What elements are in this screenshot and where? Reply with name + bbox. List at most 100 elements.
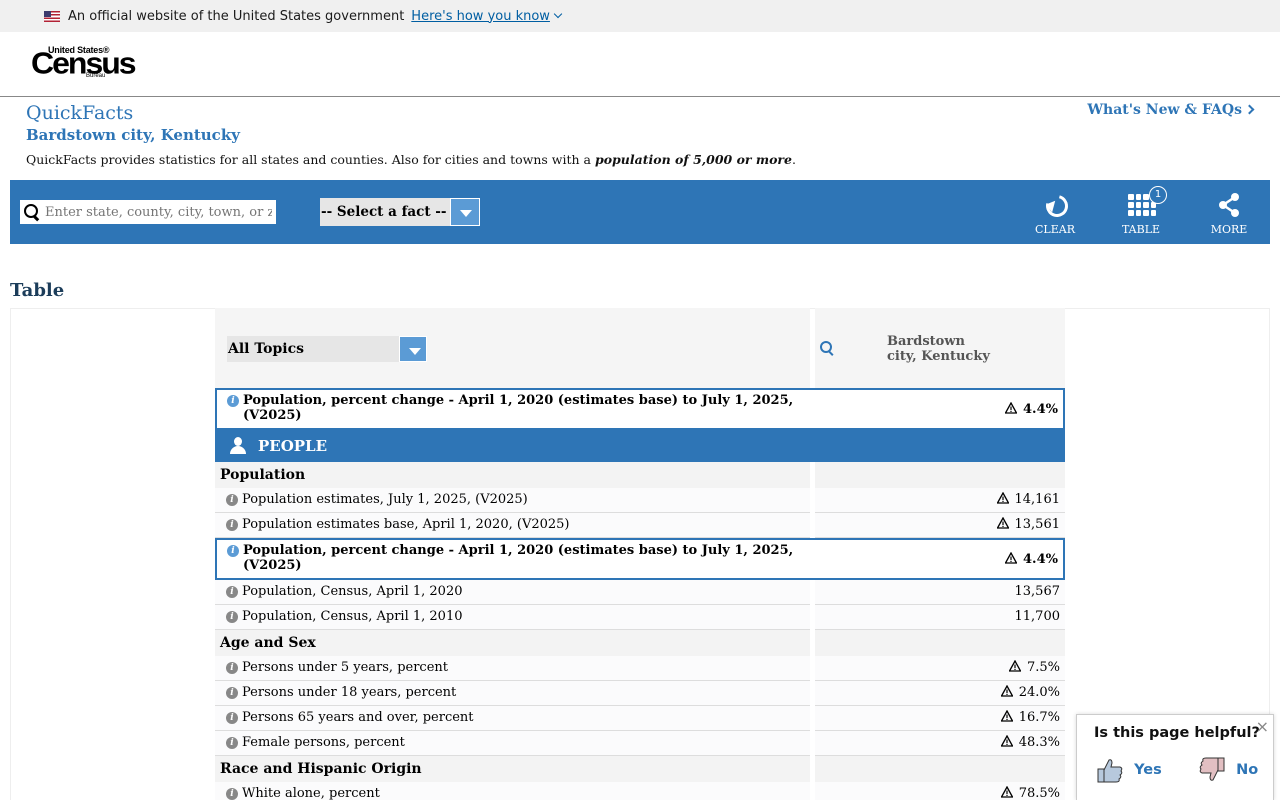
warning-icon[interactable] (996, 517, 1009, 529)
table-row[interactable]: i Population estimates base, April 1, 202… (215, 513, 1065, 538)
highlighted-fact-row[interactable]: i Population, percent change - April 1, … (215, 388, 1065, 430)
row-label: Persons 65 years and over, percent (242, 710, 474, 725)
more-button[interactable]: MORE (1199, 192, 1259, 236)
highlighted-fact-label: Population, percent change - April 1, 20… (243, 543, 803, 573)
more-label: MORE (1210, 223, 1248, 236)
table-row[interactable]: i Persons under 5 years, percent 7.5% (215, 656, 1065, 681)
table-row[interactable]: i Persons 65 years and over, percent 16.7… (215, 706, 1065, 731)
warning-icon[interactable] (996, 492, 1009, 504)
row-label: Population estimates, July 1, 2025, (V20… (242, 492, 528, 507)
info-icon[interactable]: i (227, 545, 239, 557)
table-header: All Topics Bardstown city, Kentucky (215, 308, 1065, 388)
search-box[interactable] (20, 200, 276, 224)
facts-table: All Topics Bardstown city, Kentucky i Po… (215, 308, 1065, 800)
warning-icon[interactable] (1000, 786, 1013, 798)
highlighted-fact-number: 4.4% (1023, 552, 1058, 567)
highlighted-fact-row[interactable]: i Population, percent change - April 1, … (215, 538, 1065, 580)
gov-banner-text: An official website of the United States… (68, 8, 405, 24)
chevron-right-icon (1244, 104, 1255, 115)
description-end: . (791, 152, 796, 167)
row-value: 78.5% (1018, 786, 1060, 800)
warning-icon[interactable] (1000, 710, 1013, 722)
row-label: Female persons, percent (242, 735, 405, 750)
heres-how-you-know-link[interactable]: Here's how you know (411, 9, 563, 24)
thumbs-up-icon (1097, 759, 1123, 783)
us-flag-icon (44, 10, 60, 22)
all-topics-dropdown[interactable]: All Topics (227, 336, 427, 362)
row-value: 24.0% (1018, 685, 1060, 700)
row-label: Population, Census, April 1, 2010 (242, 609, 463, 624)
info-icon[interactable]: i (226, 687, 238, 699)
table-button[interactable]: 1 TABLE (1111, 186, 1171, 236)
logo-bureau: Bureau (86, 73, 106, 79)
info-icon[interactable]: i (226, 712, 238, 724)
warning-icon[interactable] (1008, 660, 1021, 672)
dropdown-arrow-icon (450, 198, 480, 226)
person-icon (229, 437, 247, 455)
highlighted-fact-label: Population, percent change - April 1, 20… (243, 393, 803, 423)
row-label: Population estimates base, April 1, 2020… (242, 517, 570, 532)
clear-button[interactable]: CLEAR (1025, 190, 1085, 236)
row-value: 14,161 (1014, 492, 1061, 507)
category-row: Race and Hispanic Origin (215, 756, 1065, 782)
feedback-no-button[interactable]: No (1197, 755, 1258, 787)
select-fact-label: -- Select a fact -- (321, 204, 447, 220)
table-header-right: Bardstown city, Kentucky (815, 308, 1065, 388)
info-icon[interactable]: i (226, 737, 238, 749)
search-input[interactable] (42, 204, 272, 220)
info-icon[interactable]: i (226, 519, 238, 531)
column-header-location: Bardstown city, Kentucky (887, 334, 990, 364)
info-icon[interactable]: i (226, 586, 238, 598)
people-section-header[interactable]: PEOPLE (215, 430, 1065, 462)
category-label: Age and Sex (215, 630, 810, 656)
row-label: Persons under 18 years, percent (242, 685, 457, 700)
whats-new-link[interactable]: What's New & FAQs (1087, 102, 1255, 118)
info-icon[interactable]: i (226, 611, 238, 623)
info-icon[interactable]: i (226, 494, 238, 506)
table-row[interactable]: i Population, Census, April 1, 2020 13,56… (215, 580, 1065, 605)
close-icon[interactable]: × (1256, 717, 1269, 736)
highlighted-fact-line1: Population, percent change - April 1, 20… (243, 393, 794, 408)
row-value: 48.3% (1018, 735, 1060, 750)
dropdown-arrow-icon (399, 336, 427, 362)
highlighted-fact-line2: (V2025) (243, 558, 302, 573)
warning-icon[interactable] (1000, 735, 1013, 747)
description-emphasis: population of 5,000 or more (594, 152, 792, 167)
highlighted-fact-number: 4.4% (1023, 402, 1058, 417)
select-fact-dropdown[interactable]: -- Select a fact -- (320, 198, 480, 226)
highlighted-fact-line1: Population, percent change - April 1, 20… (243, 543, 794, 558)
table-row[interactable]: i White alone, percent 78.5% (215, 782, 1065, 800)
table-row[interactable]: i Female persons, percent 48.3% (215, 731, 1065, 756)
page-description: QuickFacts provides statistics for all s… (26, 152, 796, 167)
row-label: Population, Census, April 1, 2020 (242, 584, 463, 599)
gov-banner: An official website of the United States… (0, 0, 1280, 32)
census-logo[interactable]: United States® Census Bureau (31, 45, 137, 81)
search-icon (20, 200, 42, 224)
whats-new-label: What's New & FAQs (1087, 102, 1242, 118)
row-value: 13,567 (1014, 584, 1061, 599)
table-row[interactable]: i Population estimates, July 1, 2025, (V2… (215, 488, 1065, 513)
table-row[interactable]: i Persons under 18 years, percent 24.0% (215, 681, 1065, 706)
column-header-line2: city, Kentucky (887, 349, 990, 364)
warning-icon[interactable] (1005, 552, 1018, 564)
table-label: TABLE (1121, 223, 1161, 236)
feedback-widget: Is this page helpful? × Yes No (1076, 714, 1274, 800)
page-title[interactable]: QuickFacts (26, 102, 133, 124)
feedback-question: Is this page helpful? (1094, 725, 1260, 741)
column-search-icon[interactable] (820, 341, 834, 355)
feedback-yes-label: Yes (1134, 762, 1162, 778)
info-icon[interactable]: i (227, 395, 239, 407)
info-icon[interactable]: i (226, 788, 238, 800)
category-row: Population (215, 462, 1065, 488)
warning-icon[interactable] (1000, 685, 1013, 697)
people-section-label: PEOPLE (258, 437, 328, 455)
row-label: White alone, percent (242, 786, 380, 800)
warning-icon[interactable] (1005, 402, 1018, 414)
table-row[interactable]: i Population, Census, April 1, 2010 11,70… (215, 605, 1065, 630)
column-header-line1: Bardstown (887, 334, 965, 349)
info-icon[interactable]: i (226, 662, 238, 674)
category-label: Race and Hispanic Origin (215, 756, 810, 782)
table-header-left: All Topics (215, 308, 810, 388)
feedback-yes-button[interactable]: Yes (1095, 755, 1162, 787)
row-label: Persons under 5 years, percent (242, 660, 448, 675)
